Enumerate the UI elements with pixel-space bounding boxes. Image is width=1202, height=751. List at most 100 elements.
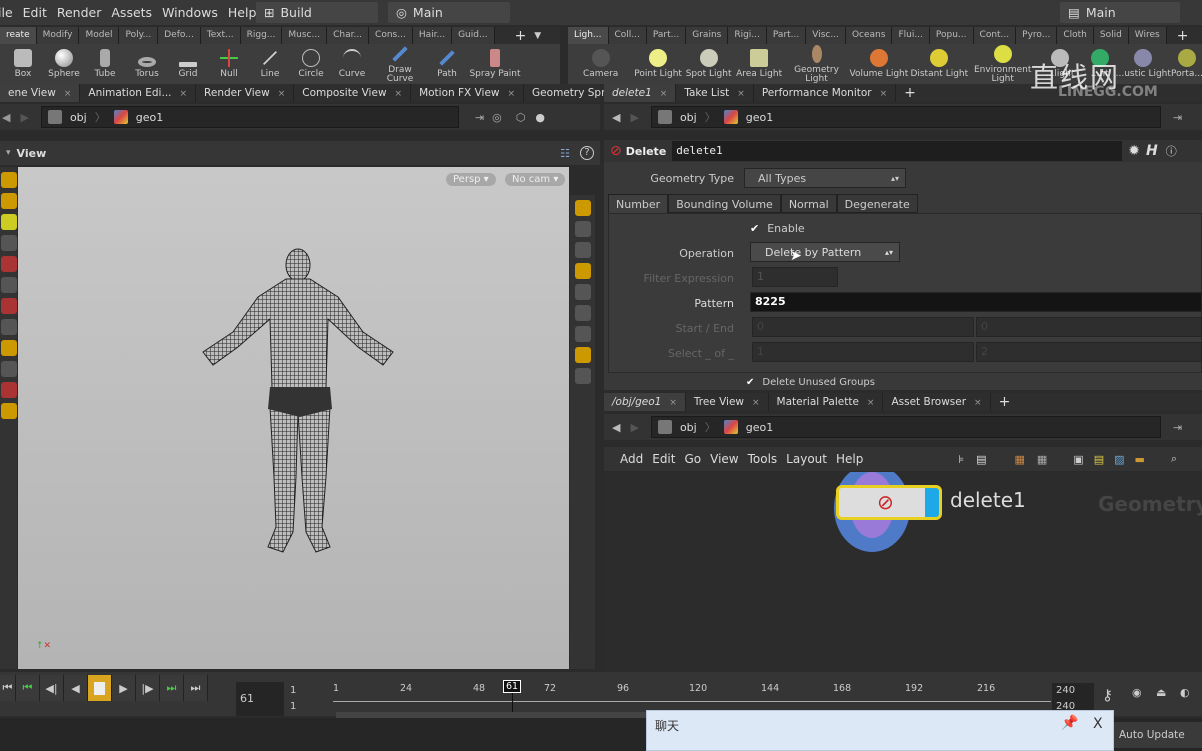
shelf-tab[interactable]: Rigi... — [728, 27, 767, 44]
shelf-tab[interactable]: Pyro... — [1016, 27, 1058, 44]
select-tool-icon[interactable] — [0, 193, 17, 209]
subtab-number[interactable]: Number — [608, 194, 669, 213]
handle-tool-icon[interactable] — [0, 256, 17, 272]
menu-assets[interactable]: Assets — [111, 5, 152, 20]
subtab-normal[interactable]: Normal — [780, 194, 837, 213]
tool-portal-light[interactable]: Porta... — [1171, 49, 1202, 79]
auto-update-button[interactable]: Auto Update — [1113, 722, 1202, 748]
range-start[interactable]: 11 — [290, 683, 330, 715]
tool-volume-light[interactable]: Volume Light — [849, 49, 908, 79]
stop-button[interactable] — [88, 675, 112, 701]
tree-icon[interactable]: ⊧ — [958, 453, 964, 466]
shelf-tab[interactable]: Char... — [327, 27, 370, 44]
close-icon[interactable]: × — [880, 89, 888, 99]
list-icon[interactable]: ▤ — [976, 453, 986, 466]
tab-asset-browser[interactable]: Asset Browser × — [883, 393, 991, 411]
tool-icon[interactable] — [0, 319, 17, 335]
shelf-tab[interactable]: Model — [79, 27, 120, 44]
tab-motion-fx-view[interactable]: Motion FX View × — [411, 84, 525, 102]
close-icon[interactable]: × — [867, 398, 875, 408]
shelf-tab[interactable]: Part... — [766, 27, 807, 44]
start-frame-icon[interactable]: ⏮ — [16, 675, 40, 701]
shelf-tab[interactable]: Part... — [646, 27, 687, 44]
shelf-tab[interactable]: Popu... — [929, 27, 974, 44]
network-menu-help[interactable]: Help — [836, 452, 863, 466]
menu-edit[interactable]: Edit — [23, 5, 47, 20]
close-icon[interactable]: × — [180, 89, 188, 99]
network-box-icon[interactable]: ▣ — [1073, 453, 1083, 466]
delete1-node[interactable]: ⊘ — [836, 485, 942, 520]
close-icon[interactable]: × — [974, 398, 982, 408]
add-tab-icon[interactable]: + — [904, 85, 916, 101]
shelf-tab[interactable]: Modify — [36, 27, 80, 44]
tab-network[interactable]: /obj/geo1 × — [604, 393, 686, 411]
shelf-tab[interactable]: Cont... — [973, 27, 1017, 44]
end-frame-icon[interactable]: ⏭ — [160, 675, 184, 701]
network-menu-view[interactable]: View — [710, 452, 738, 466]
shelf-tab[interactable]: Rigg... — [240, 27, 283, 44]
move-tool-icon[interactable] — [0, 214, 17, 230]
tool-circle[interactable]: Circle — [292, 49, 330, 79]
forward-icon[interactable]: ▶ — [630, 421, 638, 434]
display-toggle-icon[interactable] — [574, 200, 591, 216]
back-icon[interactable]: ◀ — [2, 111, 10, 124]
pose-tool-icon[interactable] — [0, 235, 17, 251]
tab-params[interactable]: delete1 × — [604, 84, 677, 102]
shelf-tab[interactable]: Cons... — [369, 27, 413, 44]
key-icon[interactable]: ⚷ — [1102, 686, 1113, 704]
view-menu-icon[interactable]: ▾ — [6, 148, 11, 158]
shelf-tab[interactable]: Grains — [686, 27, 729, 44]
tab-take-list[interactable]: Take List × — [676, 84, 754, 102]
magnet-icon[interactable] — [0, 382, 17, 398]
close-icon[interactable]: × — [64, 89, 72, 99]
display-options-icon[interactable]: ☷ — [560, 147, 570, 160]
pattern-field[interactable]: 8225 — [750, 292, 1202, 312]
tool-icon[interactable] — [574, 326, 591, 342]
close-icon[interactable]: × — [737, 89, 745, 99]
close-icon[interactable]: × — [752, 398, 760, 408]
menu-windows[interactable]: Windows — [162, 5, 218, 20]
shelf-tab[interactable]: Musc... — [282, 27, 328, 44]
tab-render-view[interactable]: Render View × — [196, 84, 295, 102]
tool-distant-light[interactable]: Distant Light — [909, 49, 970, 79]
tool-torus[interactable]: Torus — [128, 49, 166, 79]
audio-icon[interactable]: ◉ — [1132, 686, 1142, 699]
tool-camera[interactable]: Camera — [568, 49, 633, 79]
tool-curve[interactable]: Curve — [330, 49, 374, 79]
help-icon[interactable]: ? — [580, 146, 594, 160]
tool-icon[interactable] — [0, 361, 17, 377]
shelf-tab[interactable]: Text... — [200, 27, 241, 44]
shelf-tab[interactable]: reate — [0, 27, 37, 44]
tool-sphere[interactable]: Sphere — [46, 49, 82, 79]
shelf-tab[interactable]: Visc... — [806, 27, 846, 44]
add-shelf-icon[interactable]: + — [515, 28, 527, 44]
tool-geometry-light[interactable]: Geometry Light — [784, 44, 849, 84]
realtime-icon[interactable]: ⏏ — [1156, 686, 1166, 699]
houdini-help-icon[interactable]: H — [1146, 143, 1158, 159]
display-icon[interactable]: ● — [535, 111, 545, 124]
subtab-bounding-volume[interactable]: Bounding Volume — [668, 194, 781, 213]
sticky-note-icon[interactable]: ▤ — [1094, 453, 1104, 466]
lock-icon[interactable] — [574, 221, 591, 237]
tool-line[interactable]: Line — [248, 49, 292, 79]
shelf-tab[interactable]: Poly... — [119, 27, 159, 44]
camera-menu[interactable]: No cam ▾ — [505, 173, 566, 186]
back-icon[interactable]: ◀ — [612, 421, 620, 434]
network-menu-add[interactable]: Add — [620, 452, 643, 466]
network-menu-go[interactable]: Go — [684, 452, 701, 466]
shelf-tab[interactable]: Solid — [1093, 27, 1129, 44]
shape-palette-icon[interactable]: ▦ — [1037, 453, 1047, 466]
geometry-type-select[interactable]: All Types ▴▾ — [744, 168, 906, 188]
path-field[interactable]: obj 〉 geo1 — [650, 416, 1161, 438]
shelf-tab[interactable]: Wires — [1128, 27, 1167, 44]
play-icon[interactable]: ▶ — [112, 675, 136, 701]
shelf-menu-icon[interactable]: ▼ — [534, 31, 541, 41]
tool-environment-light[interactable]: Environment Light — [970, 44, 1035, 84]
tool-icon[interactable] — [0, 277, 17, 293]
tool-tube[interactable]: Tube — [82, 49, 128, 79]
image-icon[interactable]: ▨ — [1114, 453, 1124, 466]
tool-grid[interactable]: Grid — [166, 49, 210, 79]
shelf-tab[interactable]: Hair... — [412, 27, 453, 44]
tool-area-light[interactable]: Area Light — [734, 49, 784, 79]
shelf-tab[interactable]: Defo... — [158, 27, 201, 44]
